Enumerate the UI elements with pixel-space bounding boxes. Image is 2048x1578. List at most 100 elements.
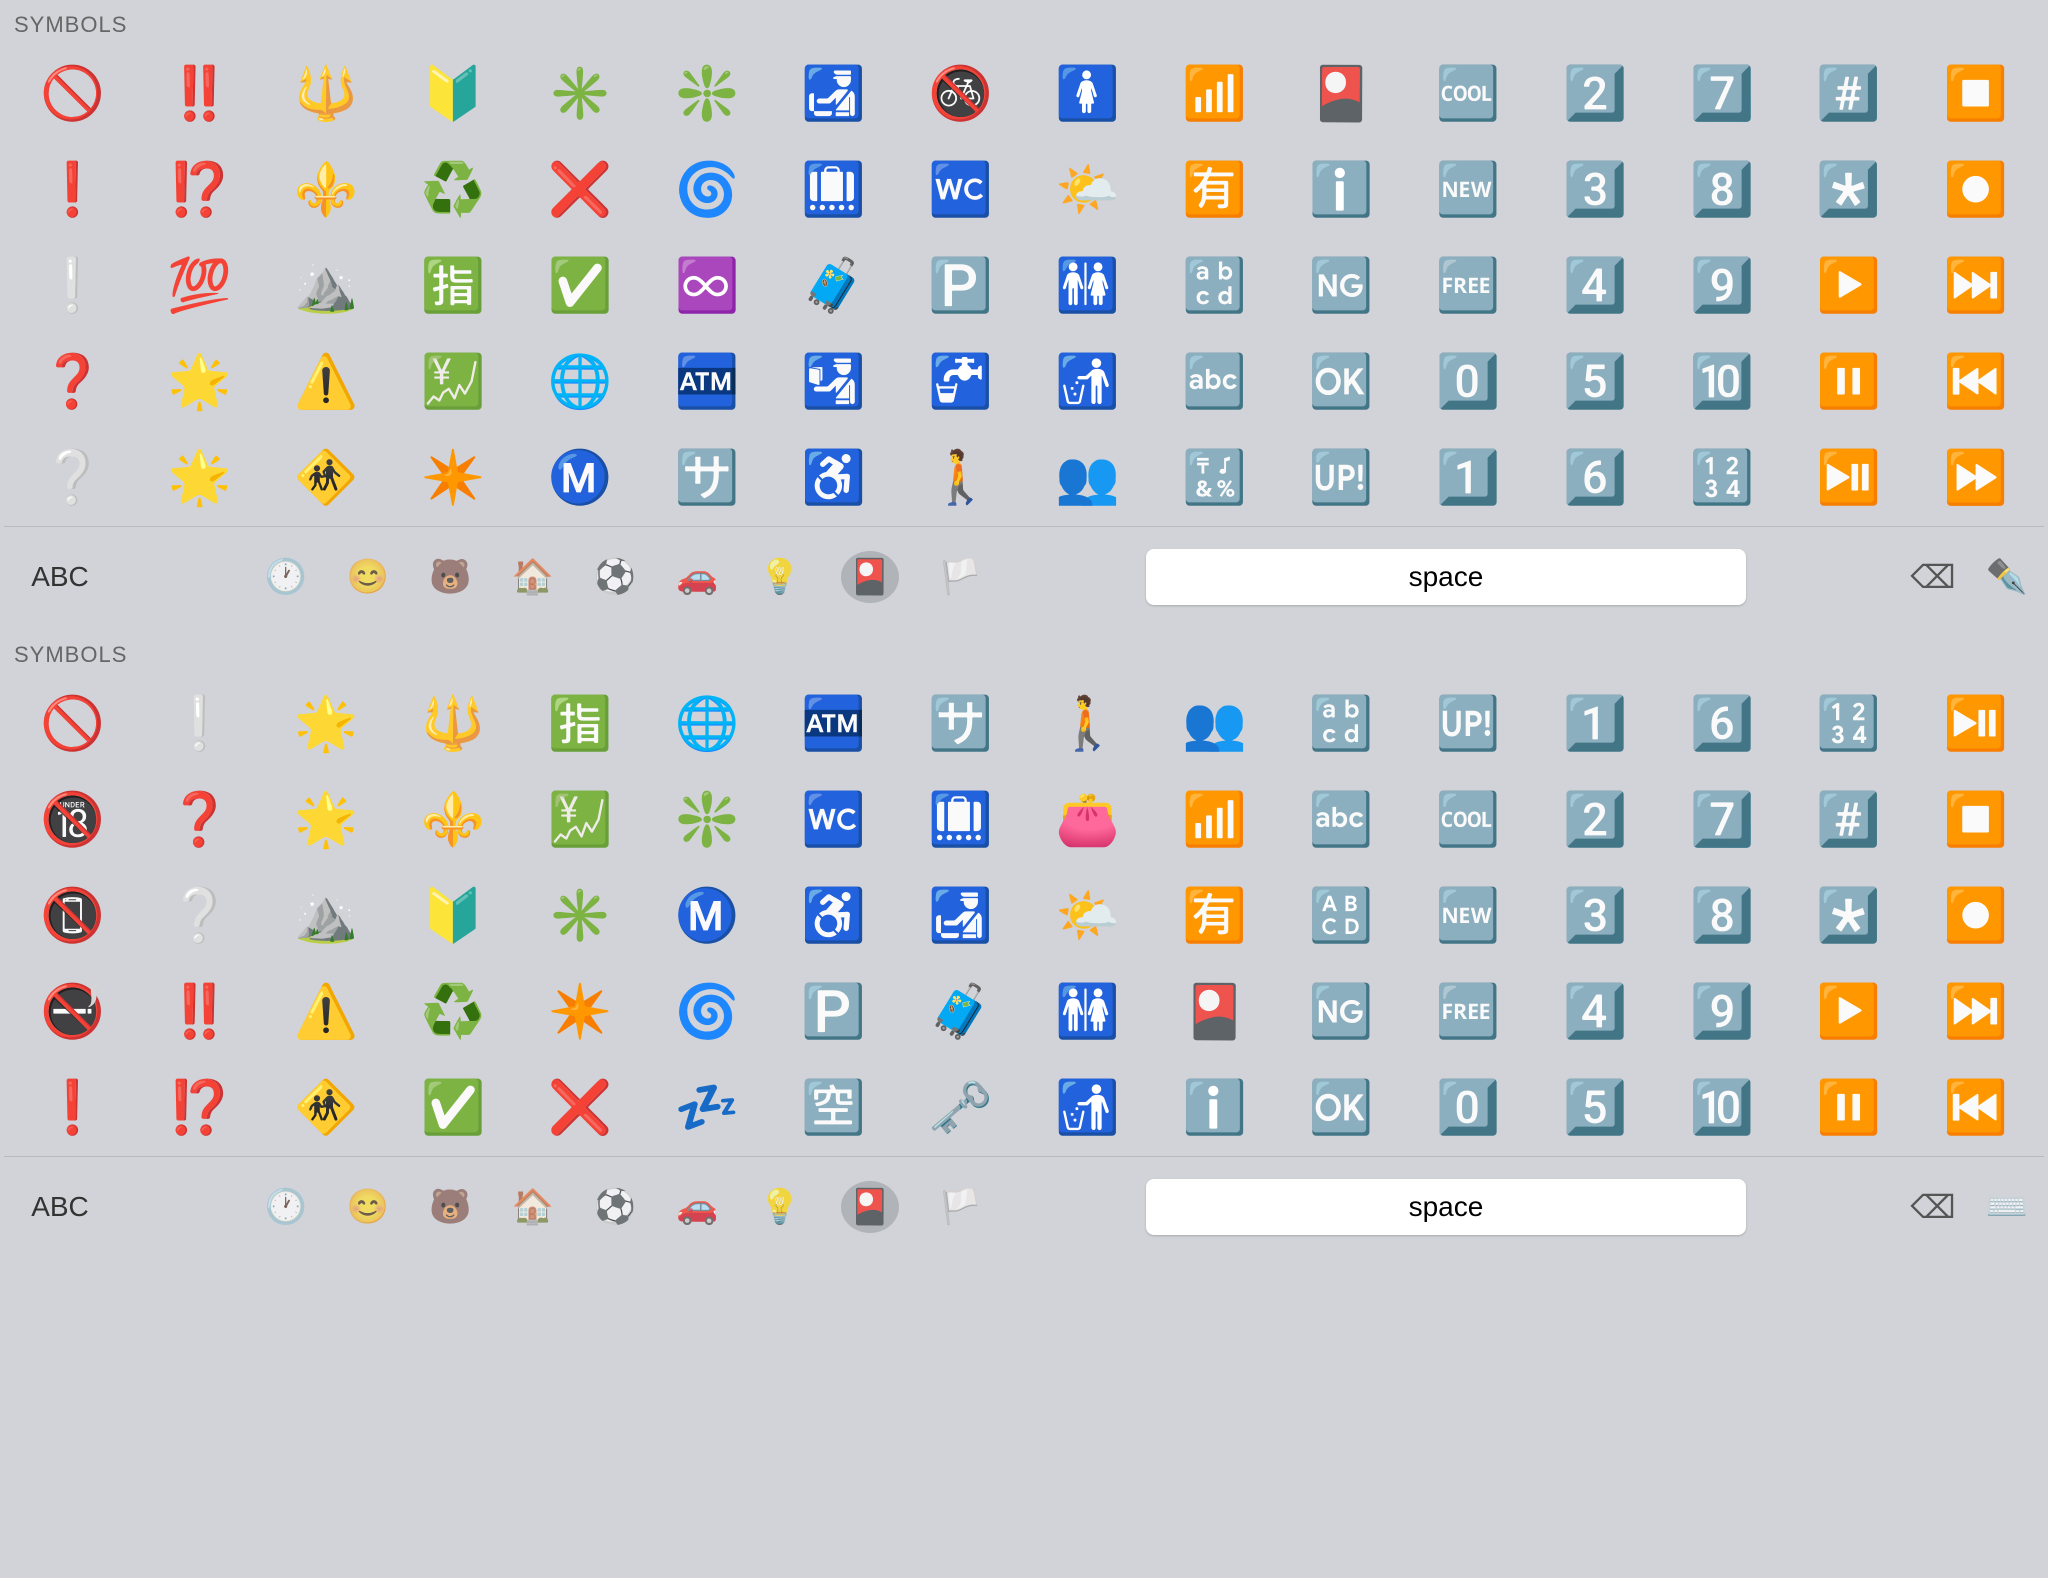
emoji2-fleur[interactable]: ⚜️ [393,774,514,864]
emoji-ng[interactable]: 🆖 [1281,240,1402,330]
emoji-stop-button[interactable]: ⏹️ [1915,48,2036,138]
emoji2-sun-dim[interactable]: 🌟 [266,774,387,864]
emoji-check[interactable]: ✅ [520,240,641,330]
cursor-icon-1[interactable]: ✒️ [1986,557,2028,597]
emoji-eight[interactable]: 8️⃣ [1661,144,1782,234]
emoji-six[interactable]: 6️⃣ [1535,432,1656,522]
keyboard-icon-2[interactable]: ⌨️ [1986,1187,2028,1227]
clock-icon-2[interactable]: 🕐 [264,1187,306,1227]
emoji2-free[interactable]: 🆓 [1408,966,1529,1056]
emoji-recycle[interactable]: ♻️ [393,144,514,234]
emoji2-ng[interactable]: 🆖 [1281,966,1402,1056]
bulb-icon-1[interactable]: 💡 [759,557,801,597]
emoji-fleur[interactable]: 🔱 [266,48,387,138]
emoji2-three[interactable]: 3️⃣ [1535,870,1656,960]
emoji2-globe[interactable]: 🌐 [646,678,767,768]
emoji-exclaim-white[interactable]: ❕ [12,240,133,330]
emoji-luggage[interactable]: 🧳 [773,240,894,330]
emoji2-exclaim-red[interactable]: ❗ [12,1062,133,1152]
emoji2-exclaim-white[interactable]: ❕ [139,678,260,768]
emoji-infinity[interactable]: ♾️ [646,240,767,330]
emoji2-check[interactable]: ✅ [393,1062,514,1152]
emoji-eight-pointed[interactable]: ✳️ [520,48,641,138]
emoji2-zzz[interactable]: 💤 [646,1062,767,1152]
emoji-cyclone[interactable]: 🌀 [646,144,767,234]
emoji-sparkle[interactable]: ❇️ [646,48,767,138]
flag-icon-2[interactable]: 🏳️ [939,1187,981,1227]
emoji-fleur2[interactable]: ⚜️ [266,144,387,234]
emoji-zero[interactable]: 0️⃣ [1408,336,1529,426]
emoji2-input-lowercase[interactable]: 🔡 [1281,678,1402,768]
emoji2-japanese-here[interactable]: 🈯 [520,678,641,768]
emoji-asterisk[interactable]: *️⃣ [1788,144,1909,234]
emoji2-seven[interactable]: 7️⃣ [1661,774,1782,864]
symbols-icon-1[interactable]: 🎴 [841,551,899,603]
emoji-five[interactable]: 5️⃣ [1535,336,1656,426]
emoji2-chart-yen[interactable]: 💹 [520,774,641,864]
emoji-warning[interactable]: ⚠️ [266,336,387,426]
emoji-question-red[interactable]: ❓ [12,336,133,426]
emoji-symbols-input[interactable]: 🎴 [1281,48,1402,138]
emoji2-1234[interactable]: 🔢 [1788,678,1909,768]
abc-button-2[interactable]: ABC [20,1191,100,1223]
emoji2-sparkle2[interactable]: ✳️ [520,870,641,960]
emoji-cross[interactable]: ❌ [520,144,641,234]
emoji-children-crossing[interactable]: 🚸 [266,432,387,522]
soccer-icon-2[interactable]: ⚽ [594,1187,636,1227]
clock-icon-1[interactable]: 🕐 [264,557,306,597]
emoji2-stop-button[interactable]: ⏹️ [1915,774,2036,864]
emoji2-five[interactable]: 5️⃣ [1535,1062,1656,1152]
emoji2-play[interactable]: ▶️ [1788,966,1909,1056]
emoji2-asterisk2[interactable]: ✴️ [520,966,641,1056]
symbols-icon-2[interactable]: 🎴 [841,1181,899,1233]
emoji2-shield[interactable]: 🔰 [393,870,514,960]
emoji2-new[interactable]: 🆕 [1408,870,1529,960]
emoji2-eight[interactable]: 8️⃣ [1661,870,1782,960]
emoji2-baggage-claim[interactable]: 🛄 [900,774,1021,864]
bulb-icon-2[interactable]: 💡 [759,1187,801,1227]
delete-button-2[interactable]: ⌫ [1910,1188,1955,1226]
emoji-four[interactable]: 4️⃣ [1535,240,1656,330]
emoji-one[interactable]: 1️⃣ [1408,432,1529,522]
emoji2-restroom[interactable]: 🚻 [1027,966,1148,1056]
emoji2-previous-track[interactable]: ⏮️ [1915,1062,2036,1152]
emoji2-pause[interactable]: ⏸️ [1788,1062,1909,1152]
delete-button-1[interactable]: ⌫ [1910,558,1955,596]
emoji2-double-exclaim[interactable]: ‼️ [139,966,260,1056]
emoji-two[interactable]: 2️⃣ [1535,48,1656,138]
emoji-sun-dim[interactable]: 🌟 [139,432,260,522]
emoji2-cool[interactable]: 🆒 [1408,774,1529,864]
emoji2-silhouettes[interactable]: 👥 [1154,678,1275,768]
emoji-100[interactable]: 💯 [139,240,260,330]
emoji-eight-spoked[interactable]: ✴️ [393,432,514,522]
emoji-parking[interactable]: 🅿️ [900,240,1021,330]
emoji2-warning[interactable]: ⚠️ [266,966,387,1056]
emoji-sun-sparkle[interactable]: 🌟 [139,336,260,426]
emoji2-symbols-input2[interactable]: 🎴 [1154,966,1275,1056]
emoji2-pedestrian[interactable]: 🚶 [1027,678,1148,768]
emoji2-put-litter[interactable]: 🚮 [1027,1062,1148,1152]
space-button-1[interactable]: space [1146,549,1746,605]
emoji-cool[interactable]: 🆒 [1408,48,1529,138]
car-icon-1[interactable]: 🚗 [676,557,718,597]
emoji2-atm[interactable]: 🏧 [773,678,894,768]
emoji-play[interactable]: ▶️ [1788,240,1909,330]
emoji-exclaim-question[interactable]: ⁉️ [139,144,260,234]
emoji-restroom[interactable]: 🚻 [1027,240,1148,330]
emoji2-children-crossing[interactable]: 🚸 [266,1062,387,1152]
emoji2-next-track[interactable]: ⏭️ [1915,966,2036,1056]
emoji2-four[interactable]: 4️⃣ [1535,966,1656,1056]
emoji-metro[interactable]: Ⓜ️ [520,432,641,522]
emoji-next-track[interactable]: ⏭️ [1915,240,2036,330]
emoji2-six[interactable]: 6️⃣ [1661,678,1782,768]
emoji2-wheelchair[interactable]: ♿ [773,870,894,960]
bear-icon-1[interactable]: 🐻 [429,557,471,597]
emoji-exclaim-red[interactable]: ❗ [12,144,133,234]
car-icon-2[interactable]: 🚗 [676,1187,718,1227]
emoji2-parking[interactable]: 🅿️ [773,966,894,1056]
emoji2-zero[interactable]: 0️⃣ [1408,1062,1529,1152]
emoji2-trident[interactable]: 🔱 [393,678,514,768]
emoji2-luggage[interactable]: 🧳 [900,966,1021,1056]
emoji-face-icon-1[interactable]: 😊 [347,557,389,597]
emoji2-info2[interactable]: ℹ️ [1154,1062,1275,1152]
